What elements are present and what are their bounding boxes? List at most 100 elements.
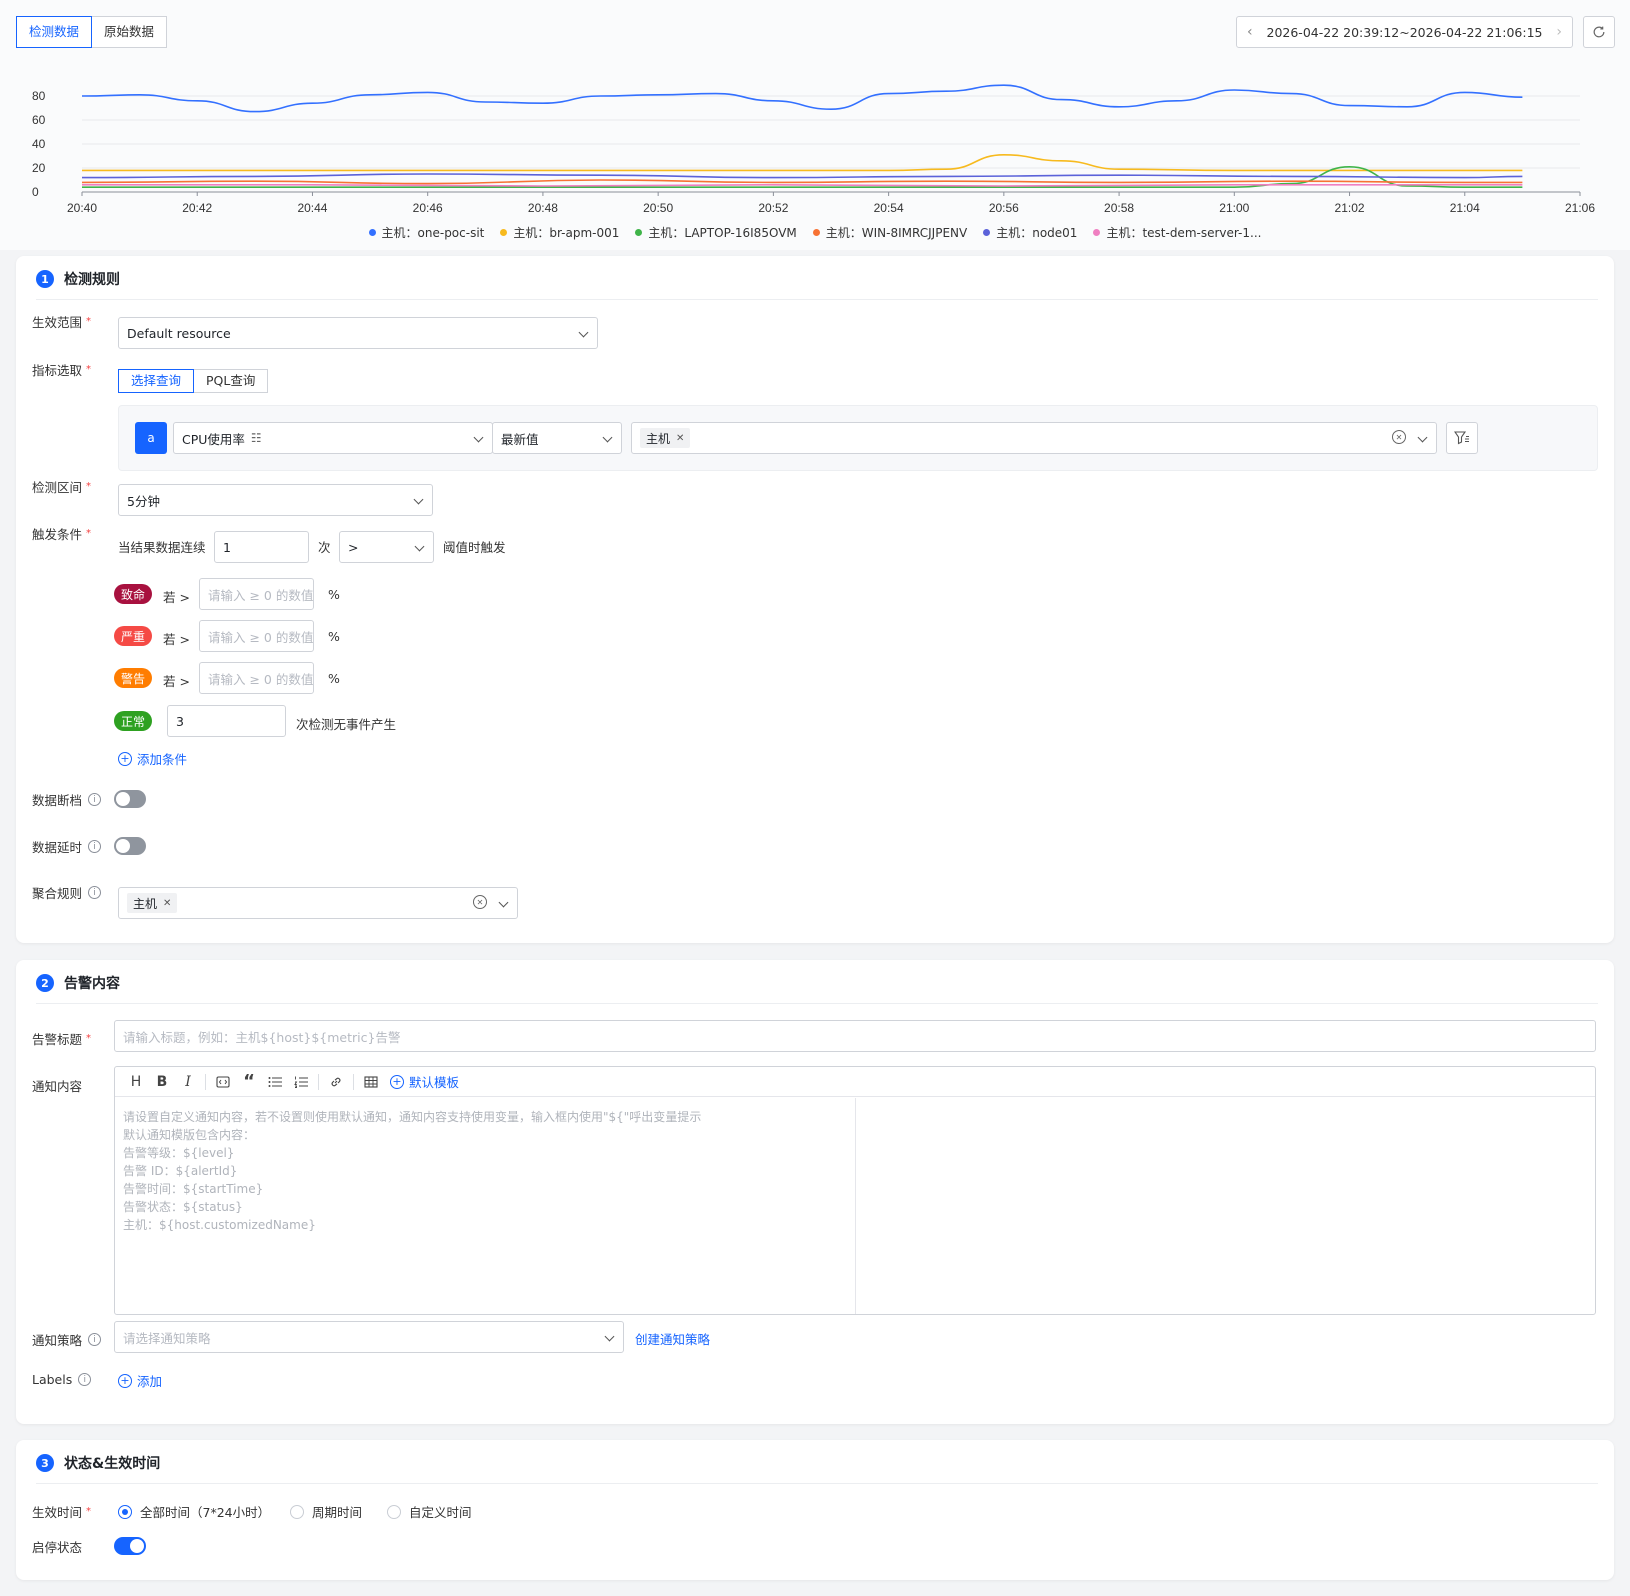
x-tick-label: 20:48 (528, 201, 558, 215)
level-normal-suffix: 次检测无事件产生 (296, 717, 397, 732)
tab-pql-query[interactable]: PQL查询 (194, 369, 269, 393)
legend-dot-icon (983, 229, 991, 236)
legend-item[interactable]: 主机：test-dem-server-1... (1093, 224, 1261, 241)
code-block-icon[interactable] (210, 1071, 236, 1093)
step-number: 1 (36, 270, 54, 288)
placeholder: 请输入 ≥ 0 的数值 (208, 671, 314, 687)
interval-label: 检测区间 * (32, 480, 92, 495)
chevron-down-icon (602, 432, 613, 443)
add-label-button[interactable]: + 添加 (118, 1371, 162, 1390)
info-icon: i (88, 886, 102, 899)
create-policy-link[interactable]: 创建通知策略 (635, 1329, 710, 1348)
data-delay-toggle[interactable] (114, 837, 146, 855)
notice-placeholder-line: 告警等级：${level} (123, 1146, 235, 1160)
level-critical-cmp: 若 > (163, 590, 190, 605)
notice-placeholder-line: 默认通知模版包含内容： (123, 1128, 256, 1142)
aggregation-rule-select[interactable]: 主机 ✕ ✕ (118, 887, 518, 919)
radio-all-time[interactable]: 全部时间（7*24小时） (118, 1502, 270, 1521)
policy-select[interactable]: 请选择通知策略 (114, 1321, 624, 1353)
scope-value: Default resource (127, 325, 231, 341)
section-title-text: 状态&生效时间 (64, 1456, 161, 1472)
add-condition-button[interactable]: + 添加条件 (118, 749, 187, 768)
link-icon[interactable] (323, 1071, 349, 1093)
interval-select[interactable]: 5分钟 (118, 484, 433, 516)
y-tick-label: 60 (32, 113, 46, 127)
data-gap-toggle[interactable] (114, 790, 146, 808)
scope-select[interactable]: Default resource (118, 317, 598, 349)
x-tick-label: 20:44 (297, 201, 327, 215)
agg-value: 最新值 (501, 431, 539, 447)
query-mode-tabs: 选择查询 PQL查询 (118, 369, 269, 393)
trigger-count-input[interactable]: 1 (214, 531, 309, 563)
close-icon[interactable]: ✕ (676, 433, 684, 444)
notice-placeholder-line: 告警状态：${status} (123, 1200, 243, 1214)
notice-textarea[interactable]: 请设置自定义通知内容，若不设置则使用默认通知，通知内容支持使用变量，输入框内使用… (115, 1098, 856, 1314)
data-gap-label: 数据断档 i (32, 790, 102, 809)
heading-icon[interactable]: H (123, 1071, 149, 1093)
step-number: 3 (36, 1454, 54, 1472)
x-tick-label: 20:40 (67, 201, 97, 215)
data-delay-label: 数据延时 i (32, 837, 102, 856)
legend-dot-icon (368, 229, 376, 236)
level-critical-input[interactable]: 请输入 ≥ 0 的数值 (199, 578, 314, 610)
legend-item[interactable]: 主机：node01 (983, 224, 1077, 241)
bold-icon[interactable]: B (149, 1071, 175, 1093)
plus-circle-icon: + (118, 1373, 132, 1388)
radio-periodic-time[interactable]: 周期时间 (290, 1502, 362, 1521)
radio-custom-time[interactable]: 自定义时间 (387, 1502, 472, 1521)
legend-item[interactable]: 主机：WIN-8IMRCJJPENV (812, 224, 967, 241)
italic-icon[interactable]: I (175, 1071, 201, 1093)
chart-legend: 主机：one-poc-sit 主机：br-apm-001 主机：LAPTOP-16I… (0, 224, 1630, 241)
filter-icon (1454, 431, 1469, 445)
ordered-list-icon[interactable] (288, 1071, 314, 1093)
level-major-input[interactable]: 请输入 ≥ 0 的数值 (199, 620, 314, 652)
metric-select[interactable]: CPU使用率 ☷ (173, 422, 493, 454)
legend-dot-icon (635, 229, 643, 236)
alert-title-input[interactable]: 请输入标题，例如：主机${host}${metric}告警 (114, 1020, 1596, 1052)
table-icon[interactable] (358, 1071, 384, 1093)
toolbar-divider (205, 1073, 206, 1090)
interval-value: 5分钟 (127, 493, 160, 509)
chevron-down-icon (1417, 432, 1428, 443)
aggregation-label: 聚合规则 i (32, 883, 102, 902)
effective-time-label: 生效时间 * (32, 1505, 92, 1520)
legend-label: 主机：one-poc-sit (381, 226, 485, 240)
y-tick-label: 40 (32, 137, 46, 151)
group-by-select[interactable]: 主机 ✕ ✕ (631, 422, 1437, 454)
group-tag: 主机 ✕ (640, 428, 691, 448)
level-normal-input[interactable]: 3 (167, 705, 286, 737)
placeholder: 请输入 ≥ 0 的数值 (208, 629, 314, 645)
legend-item[interactable]: 主机：one-poc-sit (368, 224, 485, 241)
legend-item[interactable]: 主机：br-apm-001 (500, 224, 619, 241)
status-label: 启停状态 (32, 1540, 83, 1555)
level-warning-input[interactable]: 请输入 ≥ 0 的数值 (199, 662, 314, 694)
default-template-button[interactable]: + 默认模板 (390, 1072, 459, 1091)
divider (36, 1003, 1598, 1004)
radio-unchecked-icon (290, 1504, 304, 1519)
filter-button[interactable] (1446, 422, 1478, 454)
legend-label: 主机：LAPTOP-16I85OVM (648, 226, 797, 240)
clear-icon[interactable]: ✕ (473, 895, 487, 909)
plus-circle-icon: + (118, 751, 132, 766)
aggregation-select[interactable]: 最新值 (492, 422, 622, 454)
tab-select-query[interactable]: 选择查询 (118, 369, 195, 393)
metric-value: CPU使用率 (182, 431, 245, 447)
bullet-list-icon[interactable] (262, 1071, 288, 1093)
close-icon[interactable]: ✕ (163, 898, 171, 909)
x-tick-label: 20:52 (758, 201, 788, 215)
x-tick-label: 20:58 (1104, 201, 1134, 215)
status-toggle[interactable] (114, 1537, 146, 1555)
legend-item[interactable]: 主机：LAPTOP-16I85OVM (635, 224, 797, 241)
trigger-op-value: > (348, 539, 359, 555)
monitor-panel: 检测数据 原始数据 ‹ 2026-04-22 20:39:12~2026-04-… (0, 0, 1630, 250)
x-tick-label: 21:02 (1335, 201, 1365, 215)
toolbar-divider (353, 1073, 354, 1090)
quote-icon[interactable]: “ (236, 1071, 262, 1093)
level-major-cmp: 若 > (163, 632, 190, 647)
notice-placeholder-line: 告警时间：${startTime} (123, 1182, 264, 1196)
chevron-down-icon (473, 432, 484, 443)
section-title: 3 状态&生效时间 (36, 1453, 160, 1473)
clear-icon[interactable]: ✕ (1392, 430, 1406, 444)
query-tag: a (135, 422, 167, 454)
trigger-op-select[interactable]: > (339, 531, 434, 563)
